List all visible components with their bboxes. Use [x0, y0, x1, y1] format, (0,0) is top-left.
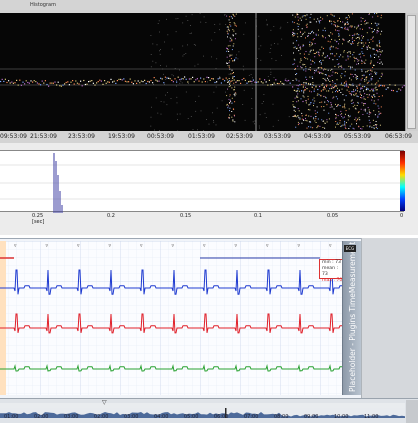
- timeline-tick: 07:00: [244, 414, 259, 420]
- timeline-tick: 03:00: [64, 414, 79, 420]
- histogram-x-tick: 0.2: [107, 213, 115, 219]
- trend-time-tick: 09:53:09: [0, 133, 27, 140]
- trend-time-tick: 02:53:09: [226, 133, 253, 140]
- timeline-overview[interactable]: [0, 403, 405, 418]
- ecg-badge: ECG: [344, 245, 356, 252]
- timeline-tick: 02:00: [94, 414, 109, 420]
- timeline-scrollbar[interactable]: [406, 400, 418, 423]
- histogram-color-scale: [400, 151, 405, 211]
- trend-time-tick: 03:53:09: [264, 133, 291, 140]
- trend-time-tick: 01:53:09: [188, 133, 215, 140]
- plugin-side-label: Placeholder - Plugins TimeMeasurements: [348, 242, 357, 392]
- histogram-x-unit: [sec]: [32, 219, 45, 225]
- histogram-plot[interactable]: [0, 150, 404, 213]
- plugin-side-label-svg: Placeholder - Plugins TimeMeasurements: [348, 238, 357, 392]
- trend-time-tick: 06:53:09: [385, 133, 412, 140]
- timeline-tick: 11:00: [364, 414, 379, 420]
- trend-scroll-thumb[interactable]: [407, 15, 416, 129]
- timeline-tick: 08:00: [274, 414, 289, 420]
- timeline-tick: 04:00: [154, 414, 169, 420]
- timeline-tick: 01:00: [4, 414, 19, 420]
- timeline-marker-icon[interactable]: ▽: [102, 399, 107, 406]
- histogram-svg: [0, 153, 404, 213]
- trend-time-tick: 21:53:09: [30, 133, 57, 140]
- trend-time-tick: 04:53:09: [304, 133, 331, 140]
- timeline-tick: 02:00: [34, 414, 49, 420]
- trend-panel-title: Histogram: [30, 2, 56, 8]
- timeline-tick: 09:00: [304, 414, 319, 420]
- trend-scatter-svg[interactable]: [0, 13, 405, 131]
- timeline-tick: 06:00: [214, 414, 229, 420]
- trend-time-tick: 23:53:09: [68, 133, 95, 140]
- histogram-x-tick: 0.05: [327, 213, 339, 219]
- ecg-left-marker: [0, 241, 6, 395]
- trend-scatter-plot[interactable]: [0, 13, 405, 131]
- histogram-x-tick: 0.15: [180, 213, 192, 219]
- right-empty-area: [361, 238, 418, 398]
- histogram-x-tick: 0.1: [254, 213, 262, 219]
- trend-time-tick: 05:53:09: [344, 133, 371, 140]
- histogram-x-tick: 0: [400, 213, 404, 219]
- ecg-svg[interactable]: ▿ ▿ ▿ ▿ ▿ ▿ ▿ ▿ ▿ ▿ ▿: [0, 241, 342, 395]
- timeline-tick: 03:00: [124, 414, 139, 420]
- ecg-plot[interactable]: ▿ ▿ ▿ ▿ ▿ ▿ ▿ ▿ ▿ ▿ ▿: [0, 241, 342, 395]
- timeline-tick: 10:00: [334, 414, 349, 420]
- trend-dots: [0, 13, 405, 131]
- ecg-grid: [0, 241, 342, 395]
- plugin-side-label-wrap: Placeholder - Plugins TimeMeasurements: [342, 238, 361, 394]
- trend-time-tick: 19:53:09: [108, 133, 135, 140]
- timeline-tick: 05:00: [184, 414, 199, 420]
- trend-time-tick: 00:53:09: [147, 133, 174, 140]
